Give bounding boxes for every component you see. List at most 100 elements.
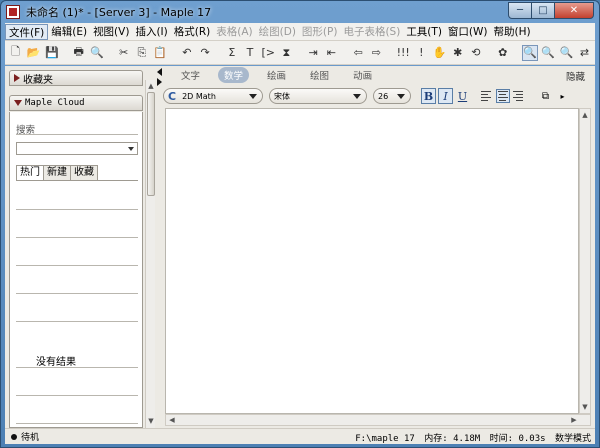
tab-plot[interactable]: 绘图 — [304, 67, 335, 83]
tab-favorites[interactable]: 收藏 — [70, 165, 98, 181]
worksheet-canvas[interactable] — [165, 108, 579, 414]
collapse-left-icon[interactable] — [157, 68, 162, 76]
menu-tools[interactable]: 工具(T) — [403, 24, 445, 40]
input-mode-select[interactable]: C 2D Math — [163, 88, 263, 104]
save-icon[interactable]: 💾 — [44, 45, 59, 61]
underline-button[interactable]: U — [455, 88, 470, 104]
align-center-button[interactable] — [496, 89, 510, 103]
menu-insert[interactable]: 插入(I) — [132, 24, 170, 40]
menu-file[interactable]: 文件(F) — [5, 23, 49, 40]
open-folder-icon[interactable]: 📂 — [26, 45, 41, 61]
list-divider — [16, 395, 138, 396]
maple-app-icon — [6, 5, 20, 19]
maple-cloud-body: 搜索 热门 新建 收藏 没有结果 — [9, 112, 143, 428]
scroll-up-icon[interactable]: ▲ — [147, 82, 155, 90]
copy-icon[interactable]: ⎘ — [134, 45, 149, 61]
worksheet-horizontal-scrollbar[interactable]: ◀ ▶ — [165, 414, 591, 426]
section-icon[interactable]: ⧗ — [279, 45, 294, 61]
toolbar-separator — [297, 45, 303, 61]
title-bar[interactable]: 未命名 (1)* - [Server 3] - Maple 17 ─ □ ✕ — [1, 1, 599, 23]
menu-window[interactable]: 窗口(W) — [445, 24, 491, 40]
toolbar-separator — [216, 45, 222, 61]
favorites-palette-header[interactable]: 收藏夹 — [9, 70, 143, 86]
align-left-button[interactable] — [480, 89, 494, 103]
forward-icon[interactable]: ⇨ — [369, 45, 384, 61]
toolbar-separator — [387, 45, 393, 61]
italic-button[interactable]: I — [438, 88, 453, 104]
menu-drawing[interactable]: 绘图(D) — [256, 24, 299, 40]
menu-format[interactable]: 格式(R) — [171, 24, 214, 40]
tab-animation[interactable]: 动画 — [347, 67, 378, 83]
settings-icon[interactable]: ✿ — [495, 45, 510, 61]
main-toolbar: 🗋 📂 💾 🖶 🔍 ✂ ⎘ 📋 ↶ ↷ Σ T [> ⧗ ⇥ ⇤ ⇦ ⇨!!!! ✋ ✱ ⟲ ✿ 🔍 🔍 🔍 ⇄ — [5, 41, 595, 65]
window-controls: ─ □ ✕ — [508, 2, 594, 19]
font-family-select[interactable]: 宋体 — [269, 88, 367, 104]
zoom-100-icon[interactable]: 🔍 — [521, 44, 538, 61]
scroll-left-icon[interactable]: ◀ — [168, 416, 176, 424]
outdent-icon[interactable]: ⇤ — [324, 45, 339, 61]
redo-icon[interactable]: ↷ — [197, 45, 212, 61]
paragraph-style-icon[interactable]: ⧉ — [538, 88, 553, 104]
list-divider — [16, 321, 138, 322]
palette-scroll-thumb[interactable] — [147, 92, 155, 196]
zoom-in-icon[interactable]: 🔍 — [541, 45, 556, 61]
insert-math-icon[interactable]: Σ — [224, 45, 239, 61]
execute-icon[interactable]: ! — [414, 45, 429, 61]
list-divider — [16, 237, 138, 238]
insert-text-icon[interactable]: T — [242, 45, 257, 61]
tab-text[interactable]: 文字 — [175, 67, 206, 83]
cut-icon[interactable]: ✂ — [116, 45, 131, 61]
font-size-select[interactable]: 26 — [373, 88, 411, 104]
print-icon[interactable]: 🖶 — [71, 45, 86, 61]
scroll-down-icon[interactable]: ▼ — [147, 417, 155, 425]
restart-icon[interactable]: ⟲ — [468, 45, 483, 61]
palette-scrollbar[interactable]: ▲ ▼ — [145, 80, 155, 428]
maple-window: 未命名 (1)* - [Server 3] - Maple 17 ─ □ ✕ 文… — [0, 0, 600, 448]
status-state: 待机 — [21, 433, 40, 443]
new-document-icon[interactable]: 🗋 — [8, 45, 23, 61]
toolbar-separator — [342, 45, 348, 61]
zoom-out-icon[interactable]: 🔍 — [559, 45, 574, 61]
menu-help[interactable]: 帮助(H) — [491, 24, 534, 40]
tab-drawing[interactable]: 绘画 — [261, 67, 292, 83]
align-right-button[interactable] — [512, 89, 526, 103]
bold-button[interactable]: B — [421, 88, 436, 104]
maple-cloud-label: Maple Cloud — [25, 98, 85, 108]
menu-plot[interactable]: 图形(P) — [299, 24, 341, 40]
cloud-group-select[interactable] — [16, 142, 138, 155]
tab-math[interactable]: 数学 — [218, 67, 250, 83]
preview-icon[interactable]: 🔍 — [89, 45, 104, 61]
indent-icon[interactable]: ⇥ — [306, 45, 321, 61]
scroll-up-icon[interactable]: ▲ — [581, 111, 589, 119]
maple-cloud-header[interactable]: Maple Cloud — [9, 95, 143, 111]
hide-toolbar-button[interactable]: 隐藏 — [566, 69, 585, 83]
minimize-button[interactable]: ─ — [508, 2, 532, 19]
execution-group-icon[interactable]: [> — [261, 45, 276, 61]
close-button[interactable]: ✕ — [554, 2, 594, 19]
status-path: F:\maple 17 — [355, 434, 415, 444]
menu-view[interactable]: 视图(V) — [90, 24, 132, 40]
scroll-right-icon[interactable]: ▶ — [570, 416, 578, 424]
tab-popular[interactable]: 热门 — [16, 165, 44, 181]
expanded-triangle-icon — [14, 100, 22, 106]
palette-panel: 收藏夹 Maple Cloud 搜索 热门 新建 收藏 没有结果 ▲ ▼ — [5, 66, 162, 428]
scroll-down-icon[interactable]: ▼ — [581, 403, 589, 411]
status-bar: 待机 F:\maple 17 内存: 4.18M 时间: 0.03s 数学模式 — [5, 428, 595, 444]
more-options-icon[interactable]: ▸ — [555, 88, 570, 104]
paste-icon[interactable]: 📋 — [152, 45, 167, 61]
dropdown-arrow-icon — [128, 147, 134, 151]
document-area: 文字 数学 绘画 绘图 动画 隐藏 C 2D Math 宋体 26 B I U … — [163, 66, 595, 428]
expand-right-icon[interactable] — [157, 78, 162, 86]
menu-edit[interactable]: 编辑(E) — [48, 24, 90, 40]
toggle-panel-icon[interactable]: ⇄ — [577, 45, 592, 61]
undo-icon[interactable]: ↶ — [179, 45, 194, 61]
debug-icon[interactable]: ✱ — [450, 45, 465, 61]
maximize-button[interactable]: □ — [531, 2, 555, 19]
execute-all-icon[interactable]: !!! — [396, 45, 411, 61]
menu-spreadsheet[interactable]: 电子表格(S) — [340, 24, 403, 40]
stop-icon[interactable]: ✋ — [432, 45, 447, 61]
tab-new[interactable]: 新建 — [43, 165, 71, 181]
worksheet-vertical-scrollbar[interactable]: ▲ ▼ — [579, 108, 591, 414]
back-icon[interactable]: ⇦ — [351, 45, 366, 61]
menu-table[interactable]: 表格(A) — [213, 24, 255, 40]
